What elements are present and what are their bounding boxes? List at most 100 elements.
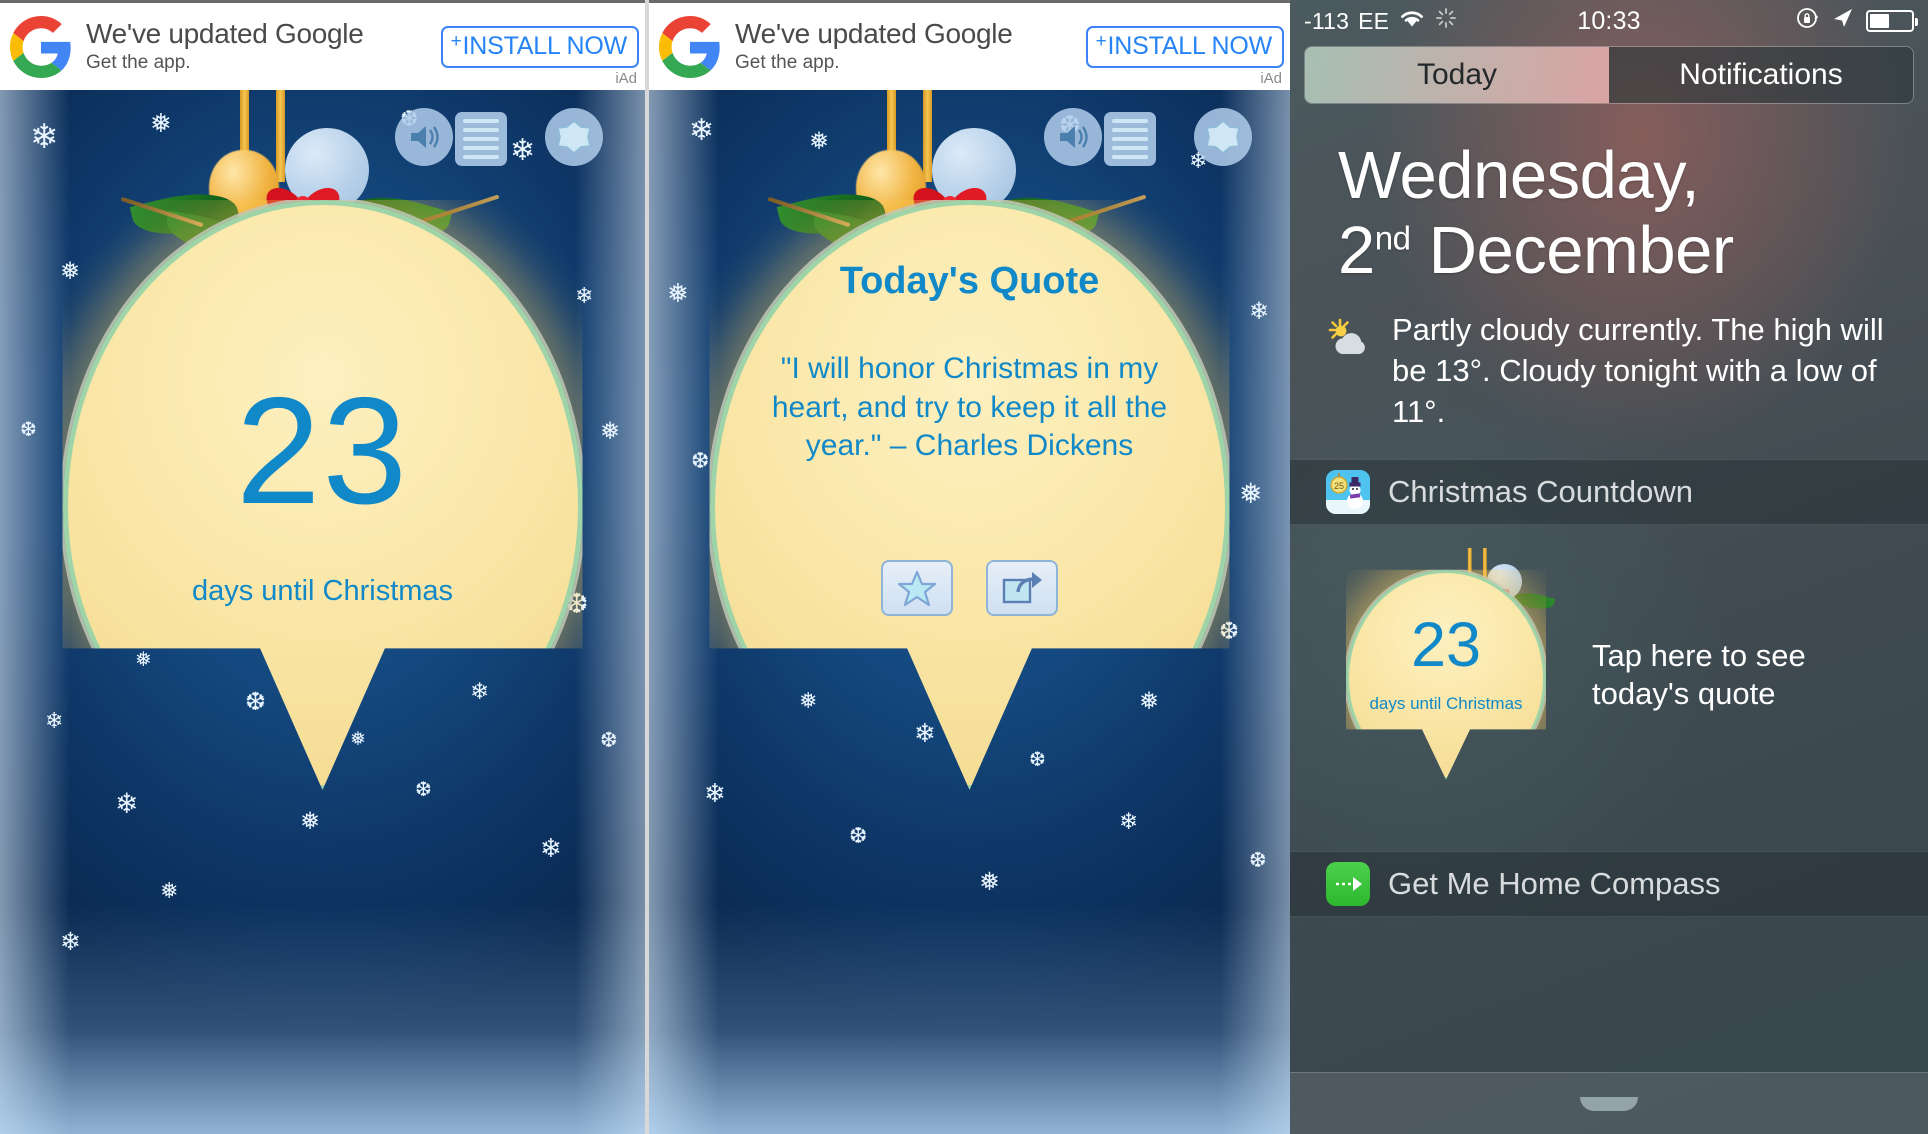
iad-text-block: We've updated Google Get the app. bbox=[721, 17, 1086, 75]
app-panel-countdown: We've updated Google Get the app. + INSTA… bbox=[0, 0, 645, 1134]
rotation-lock-icon bbox=[1796, 6, 1820, 36]
iad-banner-2[interactable]: We've updated Google Get the app. + INSTA… bbox=[649, 0, 1290, 90]
widget-title-get-me-home-compass: Get Me Home Compass bbox=[1388, 865, 1721, 901]
snowflake-icon: ❅ bbox=[667, 278, 689, 308]
wifi-icon bbox=[1398, 8, 1426, 35]
weekday-label: Wednesday, bbox=[1338, 138, 1700, 213]
quote-heart-card: Today's Quote "I will honor Christmas in… bbox=[709, 200, 1230, 790]
widget-header-christmas-countdown[interactable]: 25 Christmas Countdown bbox=[1290, 458, 1928, 525]
install-now-button[interactable]: + INSTALL NOW bbox=[440, 25, 639, 68]
iad-subline: Get the app. bbox=[86, 52, 191, 74]
status-bar: -113 EE 10:33 bbox=[1290, 0, 1928, 42]
star-icon bbox=[897, 570, 937, 607]
countdown-heart-card: 23 days until Christmas bbox=[62, 200, 583, 790]
snowflake-icon: ❄ bbox=[45, 708, 64, 733]
weather-summary: Partly cloudy currently. The high will b… bbox=[1290, 288, 1928, 433]
widget-christmas-countdown[interactable]: 23 days until Christmas Tap here to see … bbox=[1290, 525, 1928, 825]
install-now-button[interactable]: + INSTALL NOW bbox=[1085, 25, 1284, 68]
iad-headline: We've updated Google bbox=[86, 17, 364, 49]
notification-center-grabber[interactable] bbox=[1290, 1072, 1928, 1134]
days-remaining-label: days until Christmas bbox=[191, 575, 454, 607]
widget-days-number: 23 bbox=[1410, 609, 1482, 680]
days-remaining-number: 23 bbox=[235, 366, 410, 536]
snowflake-icon: ❆ bbox=[691, 448, 710, 473]
month-label: December bbox=[1428, 213, 1735, 289]
ribbon-icon bbox=[922, 90, 932, 182]
quote-text: "I will honor Christmas in my heart, and… bbox=[771, 352, 1168, 463]
snowflake-icon: ❅ bbox=[1239, 478, 1263, 509]
notification-center-panel: -113 EE 10:33 Today Notifications Wednes… bbox=[1290, 0, 1928, 1134]
snowflake-icon: ❄ bbox=[540, 833, 562, 863]
notification-center-tabs: Today Notifications bbox=[1304, 46, 1914, 104]
tab-notifications[interactable]: Notifications bbox=[1609, 47, 1913, 103]
countdown-background: ❄ ❅ ❆ ❄ ❅ ❄ ❆ ❅ ❄ ❆ ❅ ❄ ❆ ❅ ❄ ❆ ❄ ❅ ❆ ❄ … bbox=[0, 90, 645, 1134]
tab-today[interactable]: Today bbox=[1305, 47, 1609, 103]
tab-notifications-label: Notifications bbox=[1679, 58, 1843, 91]
snowflake-icon: ❆ bbox=[600, 729, 618, 752]
install-now-label: INSTALL NOW bbox=[1107, 31, 1273, 60]
snowflake-settings-icon[interactable] bbox=[1194, 108, 1252, 166]
snow-drift bbox=[0, 904, 645, 1134]
tab-today-label: Today bbox=[1416, 58, 1498, 91]
countdown-content: 23 days until Christmas bbox=[63, 200, 583, 790]
signal-strength-label: -113 bbox=[1304, 7, 1350, 34]
favorite-button[interactable] bbox=[881, 560, 953, 616]
iad-subline: Get the app. bbox=[735, 52, 840, 74]
status-bar-right bbox=[1796, 6, 1918, 36]
google-g-icon bbox=[10, 15, 72, 78]
widget-heart-card: 23 days until Christmas bbox=[1346, 547, 1556, 780]
snowflake-icon: ❆ bbox=[849, 823, 868, 848]
snowflake-icon: ❄ bbox=[689, 114, 715, 147]
christmas-countdown-app-icon: 25 bbox=[1326, 469, 1370, 514]
iad-text-block: We've updated Google Get the app. bbox=[72, 17, 441, 75]
snowflake-icon: ❆ bbox=[20, 419, 37, 441]
iad-banner-1[interactable]: We've updated Google Get the app. + INSTA… bbox=[0, 0, 645, 90]
quote-background: ❄ ❅ ❆ ❄ ❅ ❄ ❆ ❅ ❄ ❆ ❅ ❄ ❆ ❅ ❄ ❆ ❅ ❄ ❆ bbox=[649, 90, 1290, 1134]
day-ordinal: nd bbox=[1374, 219, 1411, 257]
app-panel-quote: We've updated Google Get the app. + INSTA… bbox=[645, 0, 1290, 1134]
ribbon-icon bbox=[275, 90, 285, 182]
grabber-handle-icon bbox=[1580, 1096, 1638, 1111]
snowflake-icon: ❄ bbox=[1249, 298, 1270, 325]
location-arrow-icon bbox=[1831, 6, 1855, 36]
weather-text: Partly cloudy currently. The high will b… bbox=[1392, 312, 1884, 429]
screenshot-root: We've updated Google Get the app. + INSTA… bbox=[0, 0, 1928, 1134]
partly-cloudy-icon bbox=[1326, 318, 1374, 362]
share-button[interactable] bbox=[986, 560, 1058, 616]
snowflake-icon: ❄ bbox=[115, 788, 139, 819]
quote-action-bar bbox=[710, 560, 1230, 616]
svg-text:25: 25 bbox=[1334, 481, 1344, 491]
snowflake-icon: ❅ bbox=[600, 418, 621, 445]
snowflake-settings-icon[interactable] bbox=[545, 108, 603, 166]
quote-content: Today's Quote "I will honor Christmas in… bbox=[710, 200, 1230, 790]
snowflake-icon: ❄ bbox=[30, 118, 59, 156]
snowflake-icon: ❅ bbox=[979, 868, 1000, 896]
snowflake-icon: ❆ bbox=[1249, 849, 1267, 872]
date-heading: Wednesday, 2nd December bbox=[1290, 104, 1928, 288]
snowflake-icon: ❅ bbox=[160, 878, 179, 903]
widget-header-get-me-home-compass[interactable]: Get Me Home Compass bbox=[1290, 850, 1928, 917]
share-icon bbox=[1002, 572, 1042, 604]
status-bar-left: -113 EE bbox=[1304, 7, 1457, 35]
iad-network-label: iAd bbox=[1260, 70, 1282, 87]
widget-tap-hint[interactable]: Tap here to see today's quote bbox=[1592, 637, 1842, 713]
carrier-label: EE bbox=[1358, 7, 1390, 34]
iad-network-label: iAd bbox=[615, 70, 637, 87]
google-g-icon bbox=[659, 15, 721, 78]
plus-icon: + bbox=[1095, 30, 1107, 52]
battery-icon bbox=[1866, 10, 1918, 32]
quote-title: Today's Quote bbox=[839, 260, 1100, 302]
activity-spinner-icon bbox=[1435, 7, 1457, 35]
date-line: 2nd December bbox=[1338, 213, 1928, 288]
install-now-label: INSTALL NOW bbox=[462, 31, 628, 60]
get-me-home-compass-app-icon bbox=[1326, 861, 1370, 906]
plus-icon: + bbox=[450, 30, 462, 52]
battery-fill bbox=[1870, 14, 1890, 28]
day-number: 2 bbox=[1338, 213, 1375, 289]
iad-headline: We've updated Google bbox=[735, 17, 1013, 49]
widget-days-label: days until Christmas bbox=[1369, 693, 1523, 713]
snowflake-icon: ❅ bbox=[300, 808, 321, 835]
snowflake-icon: ❄ bbox=[60, 928, 81, 956]
snow-drift bbox=[649, 904, 1290, 1134]
snowflake-icon: ❄ bbox=[1119, 808, 1139, 834]
